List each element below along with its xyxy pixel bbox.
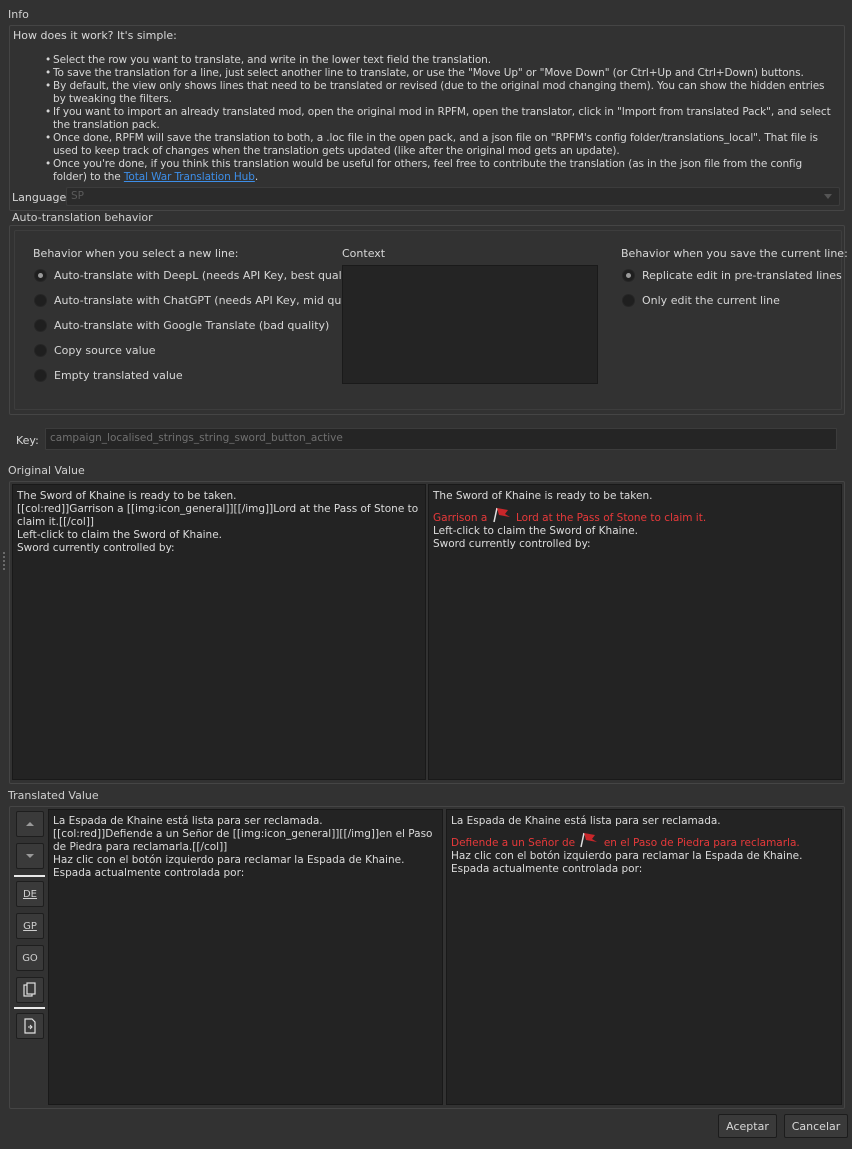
save-behavior-title: Behavior when you save the current line: bbox=[621, 247, 848, 260]
preview-line: Espada actualmente controlada por: bbox=[451, 863, 643, 875]
preview-red-line: Defiende a un Señor de en el Paso de Pie… bbox=[451, 830, 837, 850]
info-bullet: By default, the view only shows lines th… bbox=[45, 80, 837, 106]
cancel-button[interactable]: Cancelar bbox=[784, 1114, 848, 1138]
radio-empty[interactable]: Empty translated value bbox=[34, 367, 183, 383]
radio-indicator bbox=[622, 268, 635, 282]
translated-raw-textbox[interactable]: La Espada de Khaine está lista para ser … bbox=[48, 809, 443, 1105]
info-bullet: Select the row you want to translate, an… bbox=[45, 54, 837, 67]
cancel-button-label: Cancelar bbox=[791, 1119, 841, 1133]
radio-label: Auto-translate with ChatGPT (needs API K… bbox=[54, 293, 370, 307]
accept-button-label: Aceptar bbox=[726, 1119, 769, 1133]
radio-deepl[interactable]: Auto-translate with DeepL (needs API Key… bbox=[34, 267, 360, 283]
info-bullet-suffix: . bbox=[254, 171, 259, 183]
auto-translation-group-title: Auto-translation behavior bbox=[12, 211, 153, 224]
radio-label: Auto-translate with Google Translate (ba… bbox=[54, 318, 330, 332]
language-label: Language: bbox=[12, 191, 70, 204]
preview-line: Left-click to claim the Sword of Khaine. bbox=[433, 525, 639, 537]
info-bullet-list: Select the row you want to translate, an… bbox=[45, 54, 837, 184]
original-value-title: Original Value bbox=[8, 464, 85, 477]
radio-indicator bbox=[622, 293, 635, 307]
preview-red-line: Garrison a Lord at the Pass of Stone to … bbox=[433, 505, 837, 525]
key-field[interactable]: campaign_localised_strings_string_sword_… bbox=[45, 428, 837, 450]
preview-red-text: en el Paso de Piedra para reclamarla. bbox=[603, 837, 800, 849]
radio-indicator bbox=[34, 293, 47, 307]
splitter-handle[interactable] bbox=[3, 552, 5, 570]
translated-preview-textbox: La Espada de Khaine está lista para ser … bbox=[446, 809, 842, 1105]
context-title: Context bbox=[342, 247, 386, 260]
arrow-up-icon bbox=[26, 822, 34, 826]
radio-chatgpt[interactable]: Auto-translate with ChatGPT (needs API K… bbox=[34, 292, 369, 308]
preview-line: Haz clic con el botón izquierdo para rec… bbox=[451, 850, 803, 862]
radio-indicator bbox=[34, 343, 47, 357]
radio-label: Only edit the current line bbox=[642, 293, 780, 307]
red-flag-icon bbox=[492, 507, 510, 523]
key-label: Key: bbox=[16, 434, 39, 447]
radio-label: Empty translated value bbox=[54, 368, 183, 382]
chevron-down-icon bbox=[824, 194, 832, 199]
translated-value-title: Translated Value bbox=[8, 789, 99, 802]
info-bullet: If you want to import an already transla… bbox=[45, 106, 837, 132]
toolbar-separator bbox=[14, 875, 45, 877]
info-bullet: Once done, RPFM will save the translatio… bbox=[45, 132, 837, 158]
preview-line: Sword currently controlled by: bbox=[433, 538, 591, 550]
preview-red-text: Defiende a un Señor de bbox=[451, 837, 576, 849]
import-file-icon bbox=[24, 1018, 36, 1034]
info-how-title: How does it work? It's simple: bbox=[13, 29, 177, 42]
radio-replicate-edit[interactable]: Replicate edit in pre-translated lines bbox=[622, 267, 842, 283]
move-up-button[interactable] bbox=[16, 811, 44, 837]
preview-line: La Espada de Khaine está lista para ser … bbox=[451, 815, 721, 827]
radio-copy-source[interactable]: Copy source value bbox=[34, 342, 155, 358]
google-button-label: GO bbox=[22, 952, 38, 964]
context-textbox[interactable] bbox=[342, 265, 598, 384]
chatgpt-button-label: GP bbox=[23, 920, 37, 932]
import-translation-button[interactable] bbox=[16, 1013, 44, 1039]
arrow-down-icon bbox=[26, 854, 34, 858]
language-value: SP bbox=[71, 190, 84, 202]
toolbar-separator bbox=[14, 1007, 45, 1009]
translation-hub-link[interactable]: Total War Translation Hub bbox=[124, 171, 255, 183]
radio-indicator bbox=[34, 318, 47, 332]
info-bullet: Once you're done, if you think this tran… bbox=[45, 158, 837, 184]
deepl-button-label: DE bbox=[22, 888, 38, 900]
copy-icon bbox=[23, 982, 36, 997]
radio-label: Copy source value bbox=[54, 343, 156, 357]
language-select[interactable]: SP bbox=[66, 187, 840, 206]
accept-button[interactable]: Aceptar bbox=[718, 1114, 777, 1138]
radio-indicator bbox=[34, 268, 47, 282]
info-bullet: To save the translation for a line, just… bbox=[45, 67, 837, 80]
red-flag-icon bbox=[580, 832, 598, 848]
radio-indicator bbox=[34, 368, 47, 382]
radio-google[interactable]: Auto-translate with Google Translate (ba… bbox=[34, 317, 329, 333]
google-translate-button[interactable]: GO bbox=[16, 945, 44, 971]
new-line-behavior-title: Behavior when you select a new line: bbox=[33, 247, 239, 260]
original-raw-textbox[interactable]: The Sword of Khaine is ready to be taken… bbox=[12, 484, 426, 780]
radio-label: Replicate edit in pre-translated lines bbox=[642, 268, 842, 282]
radio-label: Auto-translate with DeepL (needs API Key… bbox=[54, 268, 360, 282]
preview-red-text: Lord at the Pass of Stone to claim it. bbox=[515, 512, 707, 524]
chatgpt-translate-button[interactable]: GP bbox=[16, 913, 44, 939]
move-down-button[interactable] bbox=[16, 843, 44, 869]
info-group-title: Info bbox=[8, 8, 29, 21]
radio-only-current[interactable]: Only edit the current line bbox=[622, 292, 780, 308]
original-preview-textbox: The Sword of Khaine is ready to be taken… bbox=[428, 484, 842, 780]
deepl-translate-button[interactable]: DE bbox=[16, 881, 44, 907]
copy-source-button[interactable] bbox=[16, 977, 44, 1003]
preview-red-text: Garrison a bbox=[433, 512, 488, 524]
preview-line: The Sword of Khaine is ready to be taken… bbox=[433, 490, 653, 502]
